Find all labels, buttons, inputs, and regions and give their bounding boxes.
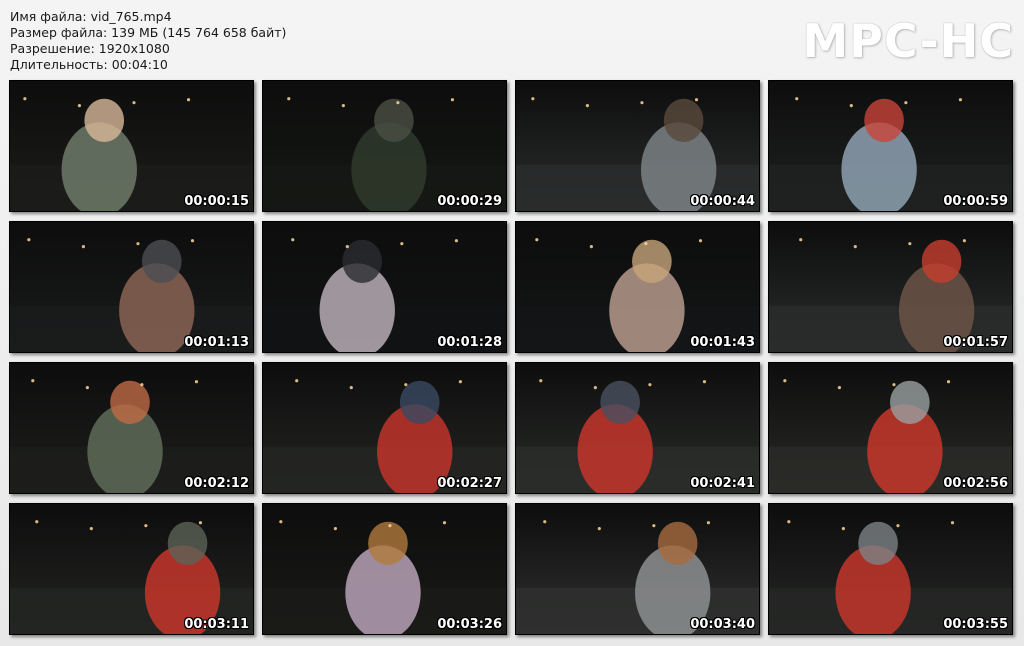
thumbnail-frame-image: [263, 504, 506, 634]
thumbnail-frame-image: [516, 504, 759, 634]
thumbnail-frame-image: [10, 81, 253, 211]
thumbnail-frame-image: [516, 81, 759, 211]
thumbnail-timestamp: 00:02:56: [943, 476, 1008, 491]
video-thumbnail[interactable]: 00:02:27: [262, 362, 507, 494]
video-thumbnail[interactable]: 00:03:26: [262, 503, 507, 635]
thumbnail-timestamp: 00:02:41: [690, 476, 755, 491]
file-size-text: Размер файла: 139 МБ (145 764 658 байт): [10, 25, 287, 40]
thumbnail-frame-image: [10, 363, 253, 493]
video-thumbnail[interactable]: 00:00:29: [262, 80, 507, 212]
thumbnail-frame-image: [769, 222, 1012, 352]
thumbnail-timestamp: 00:01:28: [437, 335, 502, 350]
video-thumbnail[interactable]: 00:02:56: [768, 362, 1013, 494]
video-thumbnail[interactable]: 00:02:41: [515, 362, 760, 494]
thumbnail-timestamp: 00:01:43: [690, 335, 755, 350]
mpc-hc-logo: MPC-HC: [802, 14, 1014, 68]
thumbnail-grid: 00:00:15 00:00:29 00:00:44 00:00:59 00:01:13…: [9, 80, 1013, 635]
video-thumbnail[interactable]: 00:00:15: [9, 80, 254, 212]
thumbnail-timestamp: 00:01:13: [184, 335, 249, 350]
thumbnail-timestamp: 00:03:55: [943, 617, 1008, 632]
video-thumbnail[interactable]: 00:03:40: [515, 503, 760, 635]
video-thumbnail[interactable]: 00:00:44: [515, 80, 760, 212]
thumbnail-frame-image: [10, 504, 253, 634]
thumbnail-frame-image: [516, 363, 759, 493]
video-thumbnail[interactable]: 00:01:28: [262, 221, 507, 353]
thumbnail-frame-image: [769, 363, 1012, 493]
thumbnail-frame-image: [769, 81, 1012, 211]
thumbnail-timestamp: 00:01:57: [943, 335, 1008, 350]
video-thumbnail[interactable]: 00:03:55: [768, 503, 1013, 635]
thumbnail-frame-image: [263, 81, 506, 211]
video-thumbnail[interactable]: 00:01:13: [9, 221, 254, 353]
thumbnail-timestamp: 00:00:59: [943, 194, 1008, 209]
thumbnail-timestamp: 00:03:26: [437, 617, 502, 632]
thumbnail-frame-image: [263, 222, 506, 352]
thumbnail-timestamp: 00:03:11: [184, 617, 249, 632]
resolution-text: Разрешение: 1920x1080: [10, 41, 170, 56]
thumbnail-frame-image: [769, 504, 1012, 634]
thumbnail-timestamp: 00:02:27: [437, 476, 502, 491]
video-thumbnail[interactable]: 00:02:12: [9, 362, 254, 494]
thumbnail-frame-image: [516, 222, 759, 352]
thumbnail-timestamp: 00:00:44: [690, 194, 755, 209]
file-name-text: Имя файла: vid_765.mp4: [10, 9, 172, 24]
thumbnail-timestamp: 00:00:15: [184, 194, 249, 209]
thumbnail-frame-image: [10, 222, 253, 352]
file-info-panel: Имя файла: vid_765.mp4 Размер файла: 139…: [10, 9, 286, 73]
thumbnail-timestamp: 00:00:29: [437, 194, 502, 209]
thumbnail-timestamp: 00:03:40: [690, 617, 755, 632]
duration-text: Длительность: 00:04:10: [10, 57, 168, 72]
thumbnail-timestamp: 00:02:12: [184, 476, 249, 491]
video-thumbnail[interactable]: 00:01:43: [515, 221, 760, 353]
video-thumbnail[interactable]: 00:03:11: [9, 503, 254, 635]
video-thumbnail[interactable]: 00:01:57: [768, 221, 1013, 353]
video-thumbnail[interactable]: 00:00:59: [768, 80, 1013, 212]
thumbnail-frame-image: [263, 363, 506, 493]
